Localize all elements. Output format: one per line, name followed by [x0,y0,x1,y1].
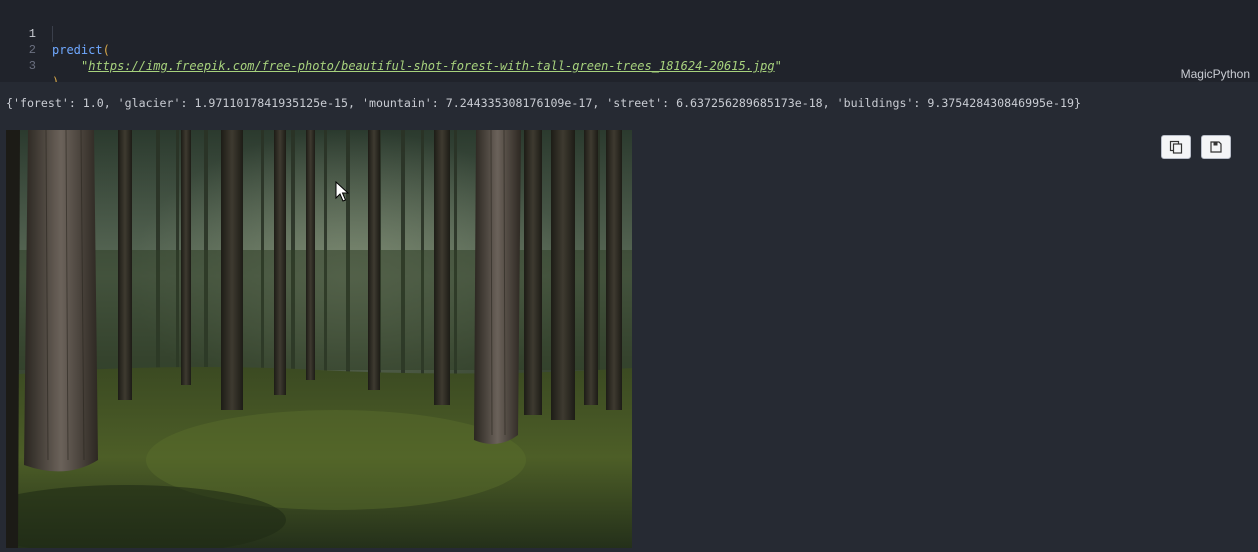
indent-guide [52,26,53,42]
copy-button[interactable] [1161,135,1191,159]
line-number: 3 [28,59,36,73]
save-icon [1210,141,1222,153]
forest-photo [6,130,632,548]
language-indicator[interactable]: MagicPython [1181,67,1250,81]
code-line-1[interactable]: 1 predict( [0,10,110,57]
code-line-2[interactable]: 2 "https://img.freepik.com/free-photo/be… [0,26,782,73]
code-line-3[interactable]: 3 ) [0,42,59,89]
function-name: predict [52,43,103,57]
save-button[interactable] [1201,135,1231,159]
cell-output: {'forest': 1.0, 'glacier': 1.97110178419… [0,82,1258,552]
forest-image [6,130,632,548]
copy-icon [1169,140,1183,154]
string-quote-close: " [774,59,782,73]
url-string[interactable]: https://img.freepik.com/free-photo/beaut… [88,59,774,73]
prediction-output: {'forest': 1.0, 'glacier': 1.97110178419… [6,96,1081,110]
open-paren: ( [102,43,110,57]
code-cell-editor[interactable]: 1 predict( 2 "https://img.freepik.com/fr… [0,0,1258,89]
